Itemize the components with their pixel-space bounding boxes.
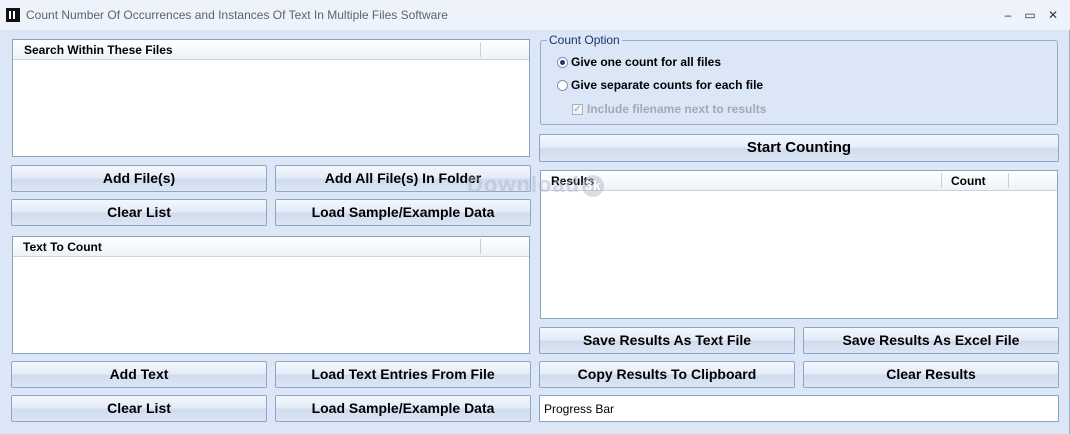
results-list-header: Results Count [541,171,1057,191]
title-bar: Count Number Of Occurrences and Instance… [0,0,1070,30]
text-list[interactable]: Text To Count [12,236,530,354]
count-column-header[interactable]: Count [951,174,986,188]
clear-text-button[interactable]: Clear List [11,395,267,422]
save-excel-file-button[interactable]: Save Results As Excel File [803,327,1059,354]
separate-counts-label[interactable]: Give separate counts for each file [571,78,763,92]
results-list[interactable]: Results Count [540,170,1058,319]
files-column-header[interactable]: Search Within These Files [24,43,173,57]
column-separator [941,173,942,188]
load-text-entries-button[interactable]: Load Text Entries From File [275,361,531,388]
files-list-header: Search Within These Files [13,40,529,60]
window-client: Search Within These Files Add File(s) Ad… [0,30,1070,434]
app-icon [6,8,20,22]
files-list[interactable]: Search Within These Files [12,39,530,157]
text-column-header[interactable]: Text To Count [23,240,102,254]
window-title: Count Number Of Occurrences and Instance… [26,8,448,22]
progress-bar: Progress Bar [539,395,1059,422]
column-separator [480,42,481,57]
add-text-button[interactable]: Add Text [11,361,267,388]
load-sample-files-button[interactable]: Load Sample/Example Data [275,199,531,226]
minimize-button[interactable]: – [997,6,1019,24]
watermark: Download 3k [467,172,605,198]
start-counting-button[interactable]: Start Counting [539,134,1059,162]
clear-results-button[interactable]: Clear Results [803,361,1059,388]
add-files-button[interactable]: Add File(s) [11,165,267,192]
load-sample-text-button[interactable]: Load Sample/Example Data [275,395,531,422]
include-filename-label: Include filename next to results [587,102,767,116]
save-text-file-button[interactable]: Save Results As Text File [539,327,795,354]
column-separator [1008,173,1009,188]
watermark-badge: 3k [582,175,605,198]
watermark-text: Download [467,172,581,197]
maximize-button[interactable]: ▭ [1019,6,1041,24]
include-filename-checkbox[interactable]: ✓ [572,104,583,115]
close-button[interactable]: ✕ [1042,6,1064,24]
one-count-label[interactable]: Give one count for all files [571,55,721,69]
text-list-header: Text To Count [13,237,529,257]
count-option-legend: Count Option [547,33,622,47]
count-option-group: Count Option Give one count for all file… [540,33,1058,125]
column-separator [480,239,481,254]
one-count-radio[interactable] [557,57,568,68]
separate-counts-radio[interactable] [557,80,568,91]
copy-clipboard-button[interactable]: Copy Results To Clipboard [539,361,795,388]
clear-files-button[interactable]: Clear List [11,199,267,226]
